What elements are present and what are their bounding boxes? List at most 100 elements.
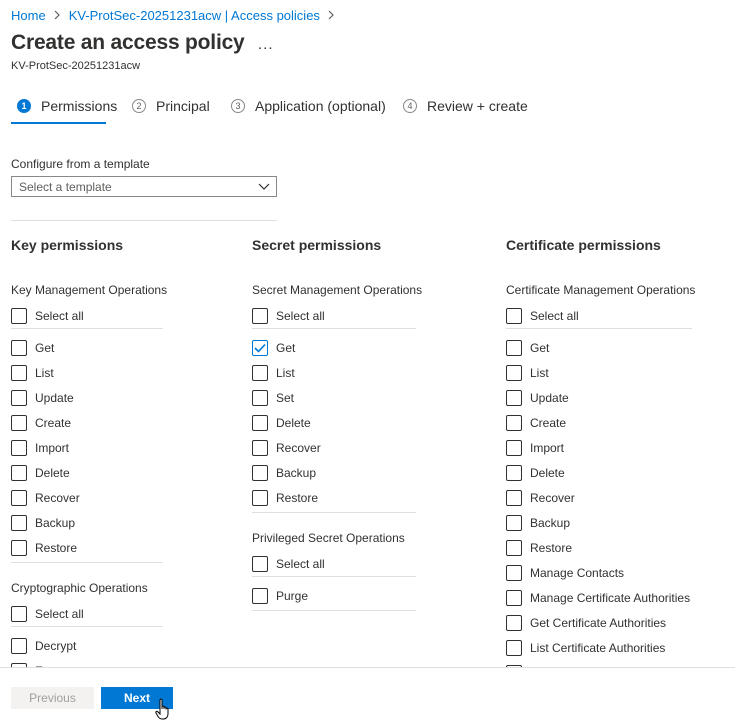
checkbox[interactable]	[11, 514, 27, 531]
cert-recover-option[interactable]: Recover	[506, 485, 692, 510]
checkbox-checked[interactable]	[252, 339, 268, 356]
checkbox[interactable]	[11, 389, 27, 406]
checkbox-label: Recover	[530, 490, 575, 505]
checkbox[interactable]	[506, 307, 522, 324]
cert-restore-option[interactable]: Restore	[506, 535, 692, 560]
secret-list-option[interactable]: List	[252, 360, 416, 385]
breadcrumb-home-link[interactable]: Home	[11, 8, 46, 23]
key-restore-option[interactable]: Restore	[11, 535, 163, 560]
hand-cursor-icon	[155, 698, 175, 725]
checkbox[interactable]	[506, 514, 522, 531]
checkbox-label: Get Certificate Authorities	[530, 615, 667, 630]
chevron-right-icon	[54, 9, 61, 23]
cert-get-certificate-authorities-option[interactable]: Get Certificate Authorities	[506, 610, 692, 635]
checkbox[interactable]	[506, 389, 522, 406]
checkbox-label: Select all	[35, 308, 84, 323]
previous-button[interactable]: Previous	[11, 687, 94, 709]
secret-mgmt-select-all[interactable]: Select all	[252, 303, 416, 329]
cert-mgmt-select-all[interactable]: Select all	[506, 303, 692, 329]
cert-manage-contacts-option[interactable]: Manage Contacts	[506, 560, 692, 585]
checkbox[interactable]	[11, 539, 27, 556]
checkbox[interactable]	[506, 464, 522, 481]
checkbox[interactable]	[252, 439, 268, 456]
cert-update-option[interactable]: Update	[506, 385, 692, 410]
key-mgmt-select-all[interactable]: Select all	[11, 303, 163, 329]
crypto-select-all[interactable]: Select all	[11, 601, 163, 627]
key-recover-option[interactable]: Recover	[11, 485, 163, 510]
checkbox[interactable]	[11, 307, 27, 324]
key-create-option[interactable]: Create	[11, 410, 163, 435]
checkbox[interactable]	[252, 307, 268, 324]
divider	[11, 220, 277, 221]
secret-get-option[interactable]: Get	[252, 335, 416, 360]
cert-list-certificate-authorities-option[interactable]: List Certificate Authorities	[506, 635, 692, 660]
divider	[11, 562, 163, 563]
checkbox[interactable]	[252, 464, 268, 481]
privileged-select-all[interactable]: Select all	[252, 551, 416, 577]
key-backup-option[interactable]: Backup	[11, 510, 163, 535]
checkbox-label: Import	[35, 440, 70, 455]
checkbox-label: Backup	[276, 465, 317, 480]
key-import-option[interactable]: Import	[11, 435, 163, 460]
checkbox[interactable]	[506, 539, 522, 556]
checkbox[interactable]	[506, 639, 522, 656]
checkbox[interactable]	[11, 605, 27, 622]
checkbox[interactable]	[11, 339, 27, 356]
secret-restore-option[interactable]: Restore	[252, 485, 416, 510]
cert-list-option[interactable]: List	[506, 360, 692, 385]
step-label: Application (optional)	[255, 98, 386, 114]
step-number: 2	[132, 99, 146, 113]
tab-review-create[interactable]: 4 Review + create	[403, 98, 528, 114]
secret-set-option[interactable]: Set	[252, 385, 416, 410]
checkbox[interactable]	[252, 414, 268, 431]
template-select[interactable]: Select a template	[11, 176, 277, 197]
more-options-button[interactable]: ...	[258, 36, 274, 53]
cert-manage-certificate-authorities-option[interactable]: Manage Certificate Authorities	[506, 585, 692, 610]
key-get-option[interactable]: Get	[11, 335, 163, 360]
checkbox[interactable]	[506, 364, 522, 381]
checkbox[interactable]	[506, 414, 522, 431]
cert-get-option[interactable]: Get	[506, 335, 692, 360]
checkbox-label: Get	[35, 340, 55, 355]
checkbox[interactable]	[252, 364, 268, 381]
tab-principal[interactable]: 2 Principal	[132, 98, 210, 114]
checkbox[interactable]	[506, 439, 522, 456]
checkbox-label: Update	[530, 390, 569, 405]
cert-create-option[interactable]: Create	[506, 410, 692, 435]
privileged-purge-option[interactable]: Purge	[252, 583, 416, 608]
tab-permissions[interactable]: 1 Permissions	[17, 98, 117, 114]
tab-application[interactable]: 3 Application (optional)	[231, 98, 386, 114]
breadcrumb-vault-link[interactable]: KV-ProtSec-20251231acw | Access policies	[69, 8, 320, 23]
checkbox[interactable]	[506, 489, 522, 506]
secret-backup-option[interactable]: Backup	[252, 460, 416, 485]
checkbox[interactable]	[11, 489, 27, 506]
checkbox[interactable]	[506, 614, 522, 631]
checkbox[interactable]	[252, 389, 268, 406]
breadcrumb: Home KV-ProtSec-20251231acw | Access pol…	[11, 8, 343, 23]
cert-delete-option[interactable]: Delete	[506, 460, 692, 485]
cert-import-option[interactable]: Import	[506, 435, 692, 460]
checkbox[interactable]	[252, 555, 268, 572]
checkbox[interactable]	[11, 464, 27, 481]
step-number: 1	[17, 99, 31, 113]
checkbox[interactable]	[252, 587, 268, 604]
secret-recover-option[interactable]: Recover	[252, 435, 416, 460]
checkbox-label: Restore	[35, 540, 78, 555]
checkbox-label: Import	[530, 440, 565, 455]
key-delete-option[interactable]: Delete	[11, 460, 163, 485]
secret-delete-option[interactable]: Delete	[252, 410, 416, 435]
checkbox[interactable]	[506, 564, 522, 581]
checkbox[interactable]	[506, 589, 522, 606]
page-subtitle: KV-ProtSec-20251231acw	[11, 60, 141, 72]
crypto-decrypt-option[interactable]: Decrypt	[11, 633, 163, 658]
checkbox[interactable]	[11, 414, 27, 431]
checkbox[interactable]	[11, 637, 27, 654]
checkbox[interactable]	[11, 364, 27, 381]
key-list-option[interactable]: List	[11, 360, 163, 385]
checkbox[interactable]	[11, 439, 27, 456]
key-update-option[interactable]: Update	[11, 385, 163, 410]
cert-backup-option[interactable]: Backup	[506, 510, 692, 535]
checkbox[interactable]	[506, 339, 522, 356]
checkbox[interactable]	[252, 489, 268, 506]
privileged-list: Purge	[252, 583, 416, 608]
